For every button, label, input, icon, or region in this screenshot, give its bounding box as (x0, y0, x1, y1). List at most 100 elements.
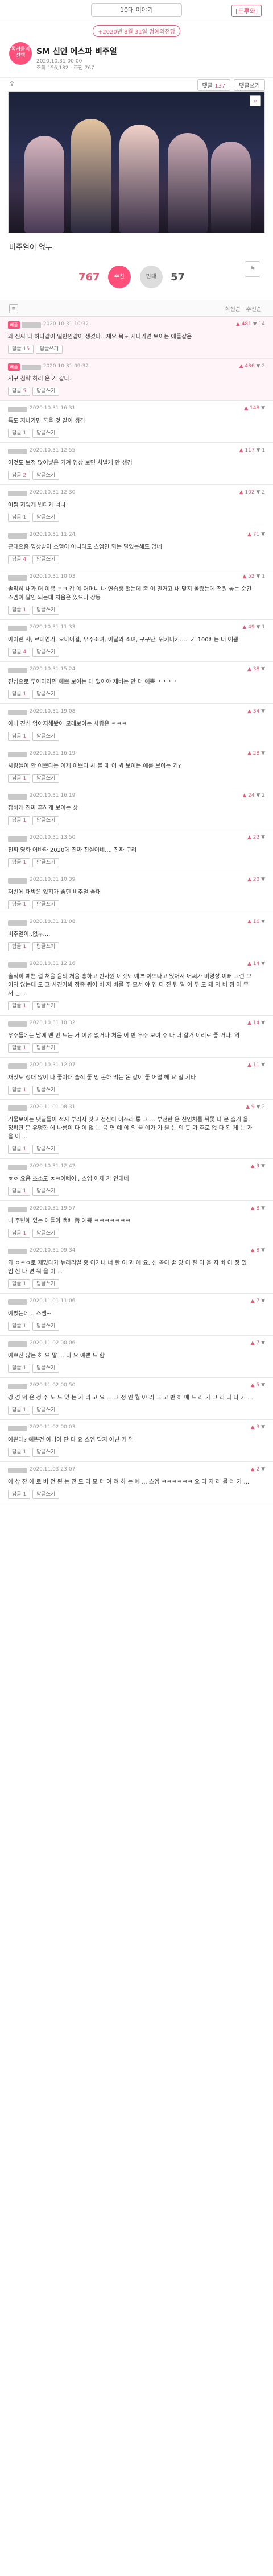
thumbs-down-icon[interactable]: ▼ (261, 1062, 265, 1068)
thumbs-down-icon[interactable]: ▼ (261, 1163, 265, 1169)
thumbs-up-icon[interactable]: ▲ (251, 1424, 255, 1430)
sort-options[interactable]: 최신순 · 추천순 (225, 304, 262, 313)
reply-button[interactable]: 답글 1 (8, 513, 31, 522)
write-reply-button[interactable]: 답글쓰기 (32, 1001, 60, 1010)
reply-button[interactable]: 답글 1 (8, 1043, 31, 1053)
thumbs-down-icon[interactable]: ▼ (261, 666, 265, 672)
reply-button[interactable]: 답글 1 (8, 1279, 31, 1289)
write-reply-button[interactable]: 답글쓰기 (32, 1187, 60, 1196)
thumbs-down-icon[interactable]: ▼ (261, 835, 265, 840)
thumbs-down-icon[interactable]: ▼ (261, 532, 265, 537)
top-link[interactable]: [도루와] (231, 5, 262, 17)
write-reply-button[interactable]: 답글쓰기 (32, 1364, 60, 1373)
reply-button[interactable]: 답글 15 (8, 345, 34, 354)
thumbs-up-icon[interactable]: ▲ (251, 1340, 255, 1346)
reply-button[interactable]: 답글 1 (8, 1001, 31, 1010)
reply-button[interactable]: 답글 1 (8, 1448, 31, 1457)
write-reply-button[interactable]: 답글쓰기 (32, 690, 60, 699)
write-reply-button[interactable]: 답글쓰기 (32, 1448, 60, 1457)
reply-button[interactable]: 답글 1 (8, 690, 31, 699)
report-icon[interactable]: ⚑ (245, 261, 260, 277)
thumbs-up-icon[interactable]: ▲ (239, 490, 243, 495)
write-reply-button[interactable]: 답글쓰기 (32, 774, 60, 783)
write-reply-button[interactable]: 답글쓰기 (32, 555, 60, 564)
thumbs-down-icon[interactable]: ▼ (261, 709, 265, 714)
thumbs-up-icon[interactable]: ▲ (247, 1020, 251, 1026)
reply-button[interactable]: 답글 1 (8, 429, 31, 438)
reply-button[interactable]: 답글 1 (8, 1229, 31, 1238)
thumbs-up-icon[interactable]: ▲ (251, 1248, 255, 1253)
reply-button[interactable]: 답글 1 (8, 606, 31, 615)
share-icon[interactable]: ⇪ (9, 80, 17, 88)
thumbs-up-icon[interactable]: ▲ (242, 793, 246, 798)
write-reply-button[interactable]: 답글쓰기 (32, 1145, 60, 1154)
thumbs-down-icon[interactable]: ▼ (261, 1248, 265, 1253)
thumbs-up-icon[interactable]: ▲ (242, 624, 246, 630)
downvote-button[interactable]: 반대 (140, 266, 163, 288)
write-reply-button[interactable]: 답글쓰기 (32, 1279, 60, 1289)
thumbs-up-icon[interactable]: ▲ (247, 666, 251, 672)
thumbs-up-icon[interactable]: ▲ (246, 1104, 250, 1110)
reply-button[interactable]: 답글 1 (8, 858, 31, 867)
thumbs-up-icon[interactable]: ▲ (251, 1298, 255, 1304)
thumbs-up-icon[interactable]: ▲ (236, 321, 240, 327)
thumbs-down-icon[interactable]: ▼ (261, 405, 265, 411)
write-reply-button[interactable]: 답글쓰기 (32, 900, 60, 909)
thumbs-up-icon[interactable]: ▲ (239, 448, 243, 453)
upvote-button[interactable]: 추천 (108, 266, 131, 288)
write-reply-button[interactable]: 답글쓰기 (32, 471, 60, 480)
write-reply-button[interactable]: 답글쓰기 (32, 1086, 60, 1095)
thumbs-down-icon[interactable]: ▼ (261, 1340, 265, 1346)
reply-button[interactable]: 답글 1 (8, 1145, 31, 1154)
thumbs-up-icon[interactable]: ▲ (247, 877, 251, 883)
thumbs-down-icon[interactable]: ▼ (261, 1382, 265, 1388)
reply-button[interactable]: 답글 1 (8, 1322, 31, 1331)
write-reply-button[interactable]: 답글쓰기 (32, 648, 60, 657)
reply-button[interactable]: 답글 1 (8, 1406, 31, 1415)
write-reply-button[interactable]: 답글쓰기 (35, 345, 63, 354)
thumbs-down-icon[interactable]: ▼ (256, 448, 260, 453)
thumbs-up-icon[interactable]: ▲ (247, 751, 251, 756)
thumbs-up-icon[interactable]: ▲ (251, 1206, 255, 1211)
thumbs-up-icon[interactable]: ▲ (247, 709, 251, 714)
write-reply-button[interactable]: 답글쓰기 (32, 942, 60, 951)
write-reply-button[interactable]: 답글쓰기 (32, 858, 60, 867)
reply-button[interactable]: 답글 4 (8, 555, 31, 564)
reply-button[interactable]: 답글 1 (8, 1490, 31, 1499)
thumbs-down-icon[interactable]: ▼ (261, 1467, 265, 1472)
write-reply-button[interactable]: 답글쓰기 (32, 1229, 60, 1238)
thumbs-up-icon[interactable]: ▲ (251, 1163, 255, 1169)
write-reply-button[interactable]: 답글쓰기 (32, 1406, 60, 1415)
write-reply-button[interactable]: 답글쓰기 (32, 606, 60, 615)
thumbs-down-icon[interactable]: ▼ (256, 1104, 260, 1110)
write-reply-button[interactable]: 답글쓰기 (32, 732, 60, 741)
thumbs-down-icon[interactable]: ▼ (256, 490, 260, 495)
reply-button[interactable]: 답글 1 (8, 900, 31, 909)
reply-button[interactable]: 답글 4 (8, 648, 31, 657)
reply-button[interactable]: 답글 1 (8, 942, 31, 951)
write-reply-button[interactable]: 답글쓰기 (32, 1322, 60, 1331)
thumbs-down-icon[interactable]: ▼ (261, 919, 265, 925)
thumbs-down-icon[interactable]: ▼ (261, 1298, 265, 1304)
thumbs-up-icon[interactable]: ▲ (251, 1382, 255, 1388)
write-reply-button[interactable]: 답글쓰기 (32, 816, 60, 825)
reply-button[interactable]: 답글 2 (8, 471, 31, 480)
sort-icon[interactable]: ≡ (9, 304, 18, 313)
thumbs-down-icon[interactable]: ▼ (256, 363, 260, 369)
write-reply-button[interactable]: 답글쓰기 (32, 513, 60, 522)
thumbs-up-icon[interactable]: ▲ (247, 532, 251, 537)
thumbs-down-icon[interactable]: ▼ (261, 1206, 265, 1211)
zoom-icon[interactable]: ⌕ (250, 95, 261, 106)
write-reply-button[interactable]: 답글쓰기 (32, 429, 60, 438)
reply-button[interactable]: 답글 1 (8, 1187, 31, 1196)
thumbs-down-icon[interactable]: ▼ (261, 1424, 265, 1430)
write-reply-button[interactable]: 답글쓰기 (32, 387, 60, 396)
thumbs-up-icon[interactable]: ▲ (247, 961, 251, 967)
thumbs-down-icon[interactable]: ▼ (256, 624, 260, 630)
thumbs-up-icon[interactable]: ▲ (247, 835, 251, 840)
category-tab[interactable]: 10대 이야기 (91, 3, 182, 17)
thumbs-up-icon[interactable]: ▲ (247, 919, 251, 925)
thumbs-down-icon[interactable]: ▼ (253, 321, 257, 327)
thumbs-down-icon[interactable]: ▼ (261, 1020, 265, 1026)
thumbs-up-icon[interactable]: ▲ (251, 1467, 255, 1472)
